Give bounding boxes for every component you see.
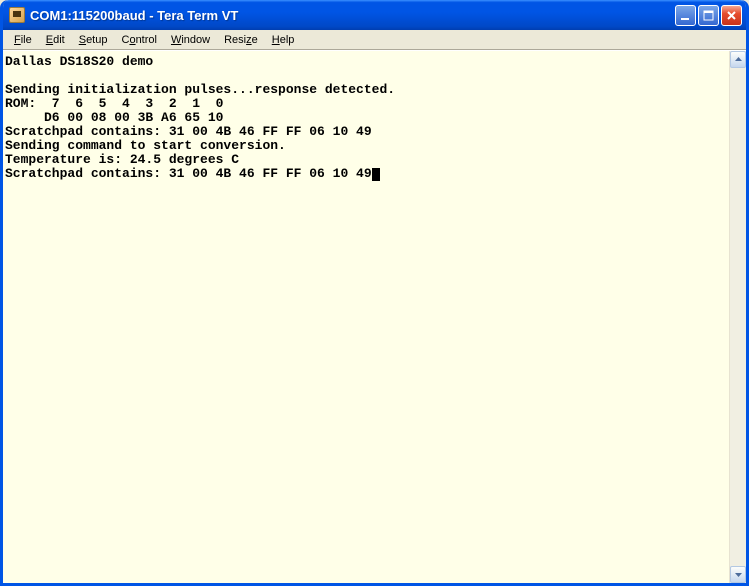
menu-setup[interactable]: Setup bbox=[72, 32, 115, 48]
maximize-icon bbox=[703, 10, 714, 21]
terminal-output[interactable]: Dallas DS18S20 demo Sending initializati… bbox=[3, 51, 729, 583]
window-controls bbox=[675, 5, 742, 26]
menu-resize[interactable]: Resize bbox=[217, 32, 265, 48]
titlebar[interactable]: COM1:115200baud - Tera Term VT bbox=[3, 0, 746, 30]
client-area: Dallas DS18S20 demo Sending initializati… bbox=[3, 50, 746, 583]
scroll-track[interactable] bbox=[730, 68, 746, 566]
maximize-button[interactable] bbox=[698, 5, 719, 26]
window-title: COM1:115200baud - Tera Term VT bbox=[30, 8, 675, 23]
application-window: COM1:115200baud - Tera Term VT File Edit… bbox=[0, 0, 749, 586]
minimize-icon bbox=[680, 10, 691, 21]
chevron-down-icon bbox=[734, 570, 743, 579]
chevron-up-icon bbox=[734, 55, 743, 64]
vertical-scrollbar[interactable] bbox=[729, 51, 746, 583]
terminal-cursor bbox=[372, 168, 380, 181]
menu-file[interactable]: File bbox=[7, 32, 39, 48]
minimize-button[interactable] bbox=[675, 5, 696, 26]
menu-control[interactable]: Control bbox=[114, 32, 163, 48]
menubar: File Edit Setup Control Window Resize He… bbox=[3, 30, 746, 50]
app-icon bbox=[9, 7, 25, 23]
menu-help[interactable]: Help bbox=[265, 32, 302, 48]
scroll-up-button[interactable] bbox=[730, 51, 746, 68]
scroll-down-button[interactable] bbox=[730, 566, 746, 583]
close-button[interactable] bbox=[721, 5, 742, 26]
close-icon bbox=[726, 10, 737, 21]
menu-edit[interactable]: Edit bbox=[39, 32, 72, 48]
menu-window[interactable]: Window bbox=[164, 32, 217, 48]
